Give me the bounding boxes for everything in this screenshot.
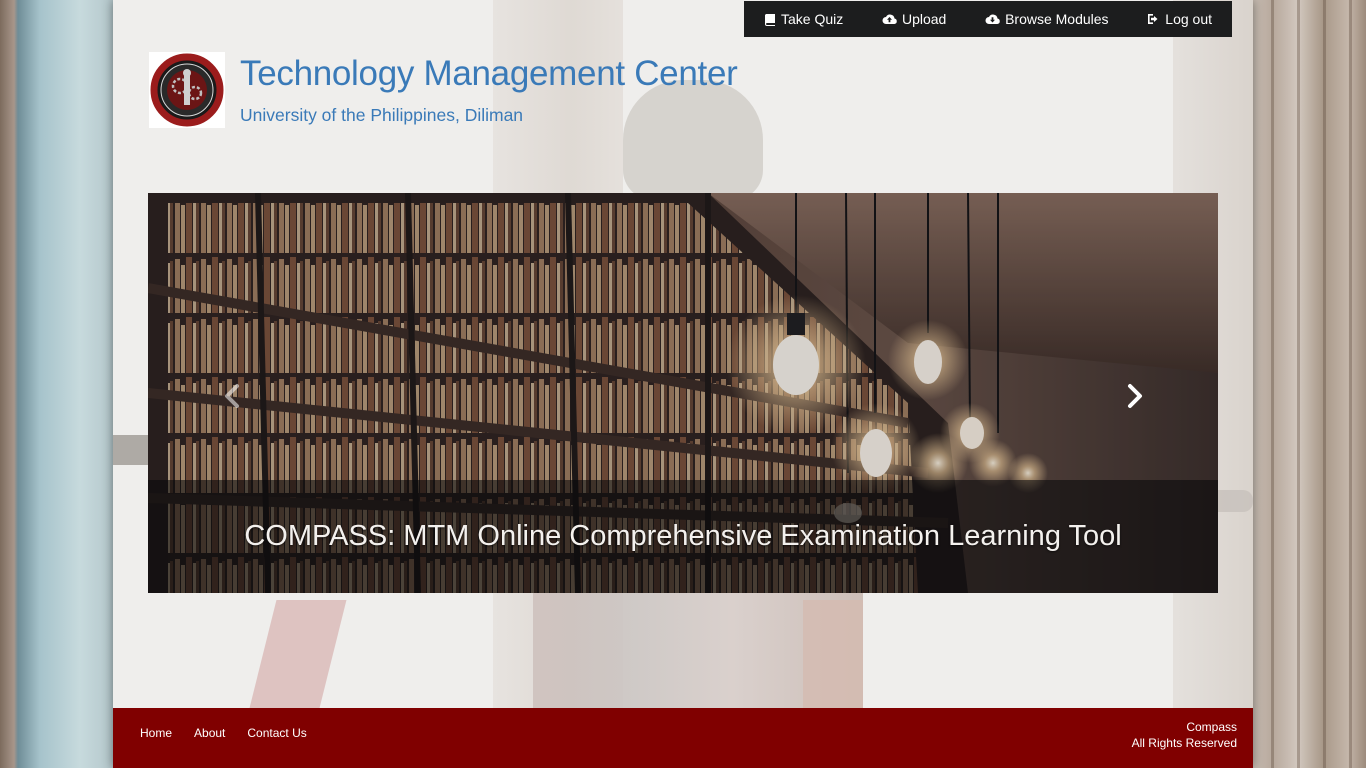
- chevron-left-icon: [225, 384, 239, 408]
- take-quiz-link[interactable]: Take Quiz: [764, 11, 843, 27]
- tmc-seal-logo[interactable]: [149, 52, 225, 128]
- background-statue-robe: [249, 600, 347, 708]
- browse-modules-label: Browse Modules: [1005, 11, 1109, 27]
- carousel-prev-button[interactable]: [218, 381, 248, 411]
- background-statue: [623, 80, 763, 200]
- log-out-label: Log out: [1165, 11, 1212, 27]
- carousel-next-button[interactable]: [1119, 381, 1149, 411]
- tmc-seal-icon: [150, 53, 224, 127]
- log-out-link[interactable]: Log out: [1147, 11, 1212, 27]
- upload-link[interactable]: Upload: [882, 11, 946, 27]
- footer-copyright: Compass All Rights Reserved: [1132, 719, 1237, 751]
- browse-modules-link[interactable]: Browse Modules: [985, 11, 1109, 27]
- footer-link-home[interactable]: Home: [140, 726, 172, 740]
- upload-label: Upload: [901, 11, 947, 27]
- footer-link-about[interactable]: About: [194, 726, 225, 740]
- footer-rights: All Rights Reserved: [1131, 736, 1237, 750]
- carousel-caption: COMPASS: MTM Online Comprehensive Examin…: [244, 520, 1122, 552]
- sign-out-icon: [1147, 13, 1160, 25]
- take-quiz-label: Take Quiz: [781, 11, 844, 27]
- main-container: Take Quiz Upload Browse Modules Log out: [113, 0, 1253, 768]
- cloud-upload-icon: [882, 13, 897, 25]
- chevron-right-icon: [1128, 384, 1142, 408]
- page-footer: Home About Contact Us Compass All Rights…: [113, 708, 1253, 768]
- site-subtitle: University of the Philippines, Diliman: [240, 105, 524, 125]
- hero-carousel: COMPASS: MTM Online Comprehensive Examin…: [148, 193, 1218, 593]
- background-column-left: [0, 0, 113, 768]
- carousel-caption-bar: COMPASS: MTM Online Comprehensive Examin…: [148, 480, 1218, 593]
- footer-link-contact-us[interactable]: Contact Us: [247, 726, 306, 740]
- background-column-right: [1253, 0, 1366, 768]
- top-navbar: Take Quiz Upload Browse Modules Log out: [744, 1, 1232, 37]
- background-statue-robe: [803, 600, 863, 708]
- book-icon: [764, 13, 776, 26]
- site-title[interactable]: Technology Management Center: [240, 54, 738, 94]
- cloud-download-icon: [985, 13, 1000, 25]
- footer-links: Home About Contact Us: [140, 726, 307, 740]
- footer-brand: Compass: [1186, 720, 1237, 734]
